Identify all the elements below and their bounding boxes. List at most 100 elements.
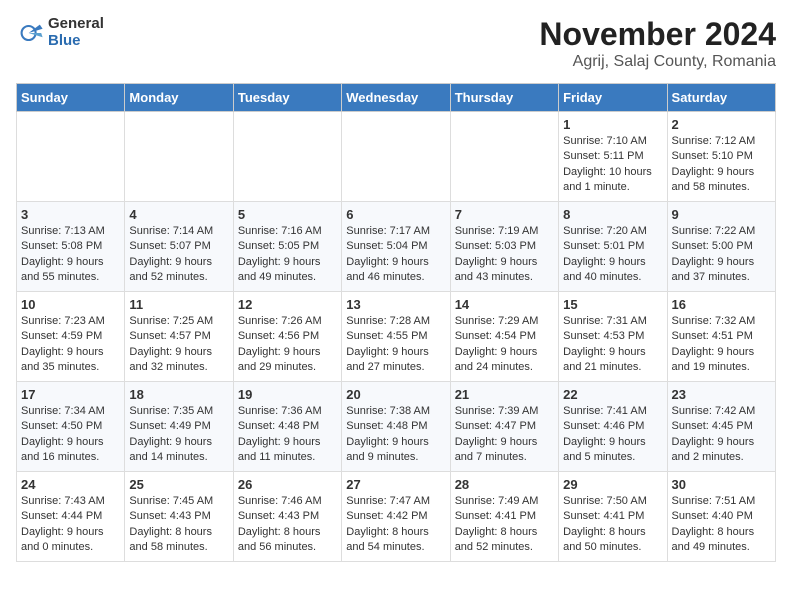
day-cell: 29Sunrise: 7:50 AM Sunset: 4:41 PM Dayli… <box>559 472 667 562</box>
week-row-3: 10 Sunrise: 7:23 AM Sunset: 4:59 PM Dayli… <box>17 292 776 382</box>
day-cell: 24 Sunrise: 7:43 AM Sunset: 4:44 PM Dayli… <box>17 472 125 562</box>
day-cell: 16Sunrise: 7:32 AM Sunset: 4:51 PM Dayli… <box>667 292 775 382</box>
day-detail: Sunrise: 7:34 AM Sunset: 4:50 PM Dayligh… <box>21 404 120 466</box>
calendar-body: 1Sunrise: 7:10 AM Sunset: 5:11 PM Daylig… <box>17 112 776 562</box>
day-cell: 15Sunrise: 7:31 AM Sunset: 4:53 PM Dayli… <box>559 292 667 382</box>
day-detail: Sunrise: 7:16 AM Sunset: 5:05 PM Dayligh… <box>238 224 337 286</box>
day-number: 30 <box>672 477 771 492</box>
day-number: 23 <box>672 387 771 402</box>
header-day-sunday: Sunday <box>17 84 125 112</box>
day-cell: 13 Sunrise: 7:28 AM Sunset: 4:55 PM Dayli… <box>342 292 450 382</box>
header-day-saturday: Saturday <box>667 84 775 112</box>
day-cell: 17 Sunrise: 7:34 AM Sunset: 4:50 PM Dayli… <box>17 382 125 472</box>
day-cell: 1Sunrise: 7:10 AM Sunset: 5:11 PM Daylig… <box>559 112 667 202</box>
day-detail: Sunrise: 7:39 AM Sunset: 4:47 PM Dayligh… <box>455 404 554 466</box>
header-day-monday: Monday <box>125 84 233 112</box>
day-cell: 30 Sunrise: 7:51 AM Sunset: 4:40 PM Dayli… <box>667 472 775 562</box>
day-number: 7 <box>455 207 554 222</box>
day-number: 20 <box>346 387 445 402</box>
day-cell <box>125 112 233 202</box>
day-number: 25 <box>129 477 228 492</box>
day-detail: Sunrise: 7:47 AM Sunset: 4:42 PM Dayligh… <box>346 494 445 556</box>
day-number: 26 <box>238 477 337 492</box>
calendar-header: SundayMondayTuesdayWednesdayThursdayFrid… <box>17 84 776 112</box>
header-day-tuesday: Tuesday <box>233 84 341 112</box>
day-detail: Sunrise: 7:31 AM Sunset: 4:53 PM Dayligh… <box>563 314 662 376</box>
day-detail: Sunrise: 7:32 AM Sunset: 4:51 PM Dayligh… <box>672 314 771 376</box>
day-number: 10 <box>21 297 120 312</box>
logo-blue: Blue <box>48 33 104 50</box>
day-cell: 26 Sunrise: 7:46 AM Sunset: 4:43 PM Dayli… <box>233 472 341 562</box>
day-detail: Sunrise: 7:51 AM Sunset: 4:40 PM Dayligh… <box>672 494 771 556</box>
day-detail: Sunrise: 7:12 AM Sunset: 5:10 PM Dayligh… <box>672 134 771 196</box>
day-cell: 18 Sunrise: 7:35 AM Sunset: 4:49 PM Dayli… <box>125 382 233 472</box>
day-cell <box>342 112 450 202</box>
day-cell: 28Sunrise: 7:49 AM Sunset: 4:41 PM Dayli… <box>450 472 558 562</box>
day-detail: Sunrise: 7:13 AM Sunset: 5:08 PM Dayligh… <box>21 224 120 286</box>
day-detail: Sunrise: 7:14 AM Sunset: 5:07 PM Dayligh… <box>129 224 228 286</box>
week-row-2: 3 Sunrise: 7:13 AM Sunset: 5:08 PM Daylig… <box>17 202 776 292</box>
day-detail: Sunrise: 7:45 AM Sunset: 4:43 PM Dayligh… <box>129 494 228 556</box>
day-cell <box>233 112 341 202</box>
day-number: 24 <box>21 477 120 492</box>
day-number: 22 <box>563 387 662 402</box>
day-number: 14 <box>455 297 554 312</box>
header-row: SundayMondayTuesdayWednesdayThursdayFrid… <box>17 84 776 112</box>
day-number: 21 <box>455 387 554 402</box>
day-cell <box>17 112 125 202</box>
day-cell: 23Sunrise: 7:42 AM Sunset: 4:45 PM Dayli… <box>667 382 775 472</box>
day-cell: 11Sunrise: 7:25 AM Sunset: 4:57 PM Dayli… <box>125 292 233 382</box>
day-number: 12 <box>238 297 337 312</box>
day-cell: 14 Sunrise: 7:29 AM Sunset: 4:54 PM Dayli… <box>450 292 558 382</box>
logo-general: General <box>48 16 104 33</box>
day-number: 3 <box>21 207 120 222</box>
day-cell: 5 Sunrise: 7:16 AM Sunset: 5:05 PM Daylig… <box>233 202 341 292</box>
day-detail: Sunrise: 7:49 AM Sunset: 4:41 PM Dayligh… <box>455 494 554 556</box>
title-area: November 2024 Agrij, Salaj County, Roman… <box>539 16 776 71</box>
day-detail: Sunrise: 7:25 AM Sunset: 4:57 PM Dayligh… <box>129 314 228 376</box>
day-cell <box>450 112 558 202</box>
day-cell: 2Sunrise: 7:12 AM Sunset: 5:10 PM Daylig… <box>667 112 775 202</box>
day-cell: 21 Sunrise: 7:39 AM Sunset: 4:47 PM Dayli… <box>450 382 558 472</box>
calendar-table: SundayMondayTuesdayWednesdayThursdayFrid… <box>16 83 776 562</box>
day-detail: Sunrise: 7:43 AM Sunset: 4:44 PM Dayligh… <box>21 494 120 556</box>
day-cell: 9 Sunrise: 7:22 AM Sunset: 5:00 PM Daylig… <box>667 202 775 292</box>
day-number: 8 <box>563 207 662 222</box>
day-detail: Sunrise: 7:17 AM Sunset: 5:04 PM Dayligh… <box>346 224 445 286</box>
day-detail: Sunrise: 7:46 AM Sunset: 4:43 PM Dayligh… <box>238 494 337 556</box>
day-number: 5 <box>238 207 337 222</box>
day-number: 4 <box>129 207 228 222</box>
day-detail: Sunrise: 7:20 AM Sunset: 5:01 PM Dayligh… <box>563 224 662 286</box>
week-row-4: 17 Sunrise: 7:34 AM Sunset: 4:50 PM Dayli… <box>17 382 776 472</box>
day-detail: Sunrise: 7:36 AM Sunset: 4:48 PM Dayligh… <box>238 404 337 466</box>
day-detail: Sunrise: 7:28 AM Sunset: 4:55 PM Dayligh… <box>346 314 445 376</box>
day-number: 9 <box>672 207 771 222</box>
day-detail: Sunrise: 7:35 AM Sunset: 4:49 PM Dayligh… <box>129 404 228 466</box>
day-cell: 7 Sunrise: 7:19 AM Sunset: 5:03 PM Daylig… <box>450 202 558 292</box>
day-number: 18 <box>129 387 228 402</box>
day-number: 13 <box>346 297 445 312</box>
day-detail: Sunrise: 7:29 AM Sunset: 4:54 PM Dayligh… <box>455 314 554 376</box>
day-number: 19 <box>238 387 337 402</box>
day-number: 17 <box>21 387 120 402</box>
header-day-friday: Friday <box>559 84 667 112</box>
day-detail: Sunrise: 7:22 AM Sunset: 5:00 PM Dayligh… <box>672 224 771 286</box>
day-detail: Sunrise: 7:19 AM Sunset: 5:03 PM Dayligh… <box>455 224 554 286</box>
day-cell: 8 Sunrise: 7:20 AM Sunset: 5:01 PM Daylig… <box>559 202 667 292</box>
day-cell: 10 Sunrise: 7:23 AM Sunset: 4:59 PM Dayli… <box>17 292 125 382</box>
day-cell: 6Sunrise: 7:17 AM Sunset: 5:04 PM Daylig… <box>342 202 450 292</box>
day-detail: Sunrise: 7:26 AM Sunset: 4:56 PM Dayligh… <box>238 314 337 376</box>
logo: General Blue <box>16 16 104 49</box>
day-cell: 19 Sunrise: 7:36 AM Sunset: 4:48 PM Dayli… <box>233 382 341 472</box>
day-cell: 3 Sunrise: 7:13 AM Sunset: 5:08 PM Daylig… <box>17 202 125 292</box>
day-number: 1 <box>563 117 662 132</box>
day-cell: 20 Sunrise: 7:38 AM Sunset: 4:48 PM Dayli… <box>342 382 450 472</box>
main-title: November 2024 <box>539 16 776 53</box>
day-detail: Sunrise: 7:38 AM Sunset: 4:48 PM Dayligh… <box>346 404 445 466</box>
week-row-1: 1Sunrise: 7:10 AM Sunset: 5:11 PM Daylig… <box>17 112 776 202</box>
day-cell: 4 Sunrise: 7:14 AM Sunset: 5:07 PM Daylig… <box>125 202 233 292</box>
header: General Blue November 2024 Agrij, Salaj … <box>16 16 776 71</box>
day-detail: Sunrise: 7:23 AM Sunset: 4:59 PM Dayligh… <box>21 314 120 376</box>
logo-icon <box>16 19 44 47</box>
day-detail: Sunrise: 7:50 AM Sunset: 4:41 PM Dayligh… <box>563 494 662 556</box>
